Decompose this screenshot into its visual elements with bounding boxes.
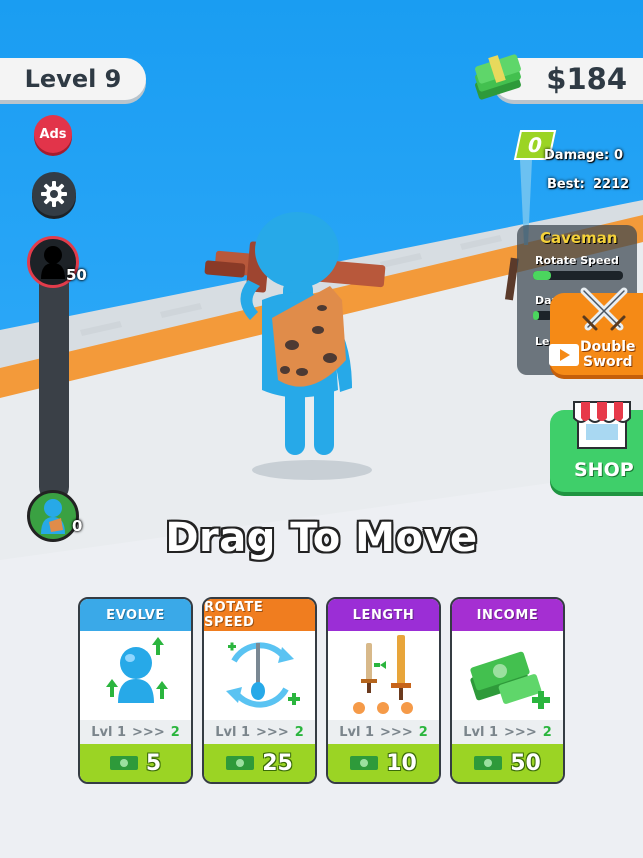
card-header: INCOME [452,599,563,631]
card-header: EVOLVE [80,599,191,631]
card-title: LENGTH [352,607,415,623]
card-header: LENGTH [328,599,439,631]
locked-character-silhouette-icon [41,246,65,279]
enemy-stat-rotate-speed-label: Rotate Speed [535,254,619,267]
cash-bill-icon [109,756,138,770]
card-price: 5 [145,750,162,776]
shop-store-icon [573,401,631,449]
crossed-swords-icon [580,287,628,331]
evolve-character-icon [106,637,168,703]
card-level-from: 1 [240,724,251,740]
damage-label: Damage: [544,148,610,163]
card-level-text: Lvl [339,724,361,740]
drag-to-move-hint: Drag To Move [165,515,478,561]
enemy-rotate-speed-bar [533,271,623,280]
upgrade-card-evolve[interactable]: EVOLVE Lvl 1 >>> 2 5 [78,597,193,784]
card-level-text: Lvl [91,724,113,740]
rotate-speed-icon [226,642,300,708]
progress-top-value: 50 [66,266,87,284]
ads-button[interactable]: Ads [34,115,72,153]
double-sword-label: Double Sword [580,340,636,370]
card-level-from: 1 [364,724,375,740]
card-level-row: Lvl 1 >>> 2 [328,720,439,744]
evolution-progress-track [39,262,69,502]
level-indicator: Level 9 [0,58,146,100]
income-cash-icon [470,651,550,709]
card-price-button[interactable]: 5 [80,744,191,782]
card-level-row: Lvl 1 >>> 2 [452,720,563,744]
card-price: 50 [510,750,541,776]
card-level-from: 1 [488,724,499,740]
settings-button[interactable] [32,172,76,216]
best-value: 2212 [593,177,630,192]
gear-icon [41,181,67,207]
money-amount: $184 [546,62,627,96]
card-level-arrows: >>> [380,724,413,740]
upgrade-card-income[interactable]: INCOME Lvl 1 >>> 2 50 [450,597,565,784]
enemy-name: Caveman [540,229,618,247]
card-level-row: Lvl 1 >>> 2 [80,720,191,744]
card-level-arrows: >>> [256,724,289,740]
cash-bill-icon [226,756,255,770]
card-level-arrows: >>> [504,724,537,740]
card-price-button[interactable]: 50 [452,744,563,782]
shop-label: SHOP [574,459,634,481]
damage-badge-value: 0 [525,133,545,157]
cash-stack-icon [475,54,521,100]
card-title: ROTATE SPEED [204,600,264,630]
cash-bill-icon [474,756,503,770]
card-title: EVOLVE [106,607,165,623]
sword-length-icon [353,635,413,714]
card-level-to: 2 [542,724,552,740]
card-level-to: 2 [418,724,428,740]
card-level-to: 2 [170,724,180,740]
double-sword-line1: Double [580,339,636,355]
video-ad-icon [549,344,579,366]
level-label: Level 9 [24,65,122,93]
card-price-button[interactable]: 10 [328,744,439,782]
best-label: Best: [547,177,585,192]
damage-value: 0 [614,148,624,163]
upgrade-card-length[interactable]: LENGTH Lvl 1 >>> 2 10 [326,597,441,784]
upgrade-card-rotate-speed[interactable]: ROTATE SPEED Lvl 1 >>> 2 25 [202,597,317,784]
card-level-text: Lvl [463,724,485,740]
card-title: INCOME [476,607,539,623]
card-level-row: Lvl 1 >>> 2 [204,720,315,744]
card-level-to: 2 [294,724,304,740]
card-price: 10 [386,750,417,776]
card-header: ROTATE SPEED [204,599,315,631]
ads-label: Ads [39,126,67,142]
card-level-from: 1 [116,724,127,740]
cash-bill-icon [350,756,379,770]
double-sword-line2: Sword [582,354,633,370]
card-level-arrows: >>> [132,724,165,740]
card-price-button[interactable]: 25 [204,744,315,782]
card-price: 25 [262,750,293,776]
card-level-text: Lvl [215,724,237,740]
